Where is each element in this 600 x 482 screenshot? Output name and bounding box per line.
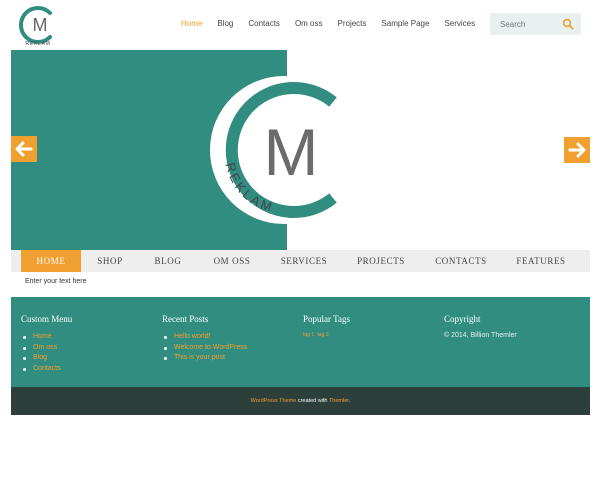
credit-end: . — [348, 398, 351, 404]
nav-sample-page[interactable]: Sample Page — [381, 19, 429, 29]
main-menu: HOME SHOP BLOG OM OSS SERVICES PROJECTS … — [11, 250, 590, 272]
menu-item-projects[interactable]: PROJECTS — [345, 250, 417, 272]
widget-title: Popular Tags — [303, 314, 350, 324]
post-link[interactable]: Hello world! — [162, 332, 247, 343]
menu-item-services[interactable]: SERVICES — [269, 250, 339, 272]
slide-logo: M REKLAM — [210, 76, 358, 224]
logo-small-text: REKLAM — [25, 41, 50, 47]
footer-link-blog[interactable]: Blog — [21, 353, 72, 364]
themler-link[interactable]: Themler — [329, 398, 349, 404]
post-link[interactable]: This is your post — [162, 353, 247, 364]
top-navigation: Home Blog Contacts Om oss Projects Sampl… — [181, 19, 490, 29]
bottom-bar: WordPress Theme created with Themler. — [11, 387, 590, 415]
footer-link-home[interactable]: Home — [21, 332, 72, 343]
widget-copyright: Copyright © 2014, Billion Themler — [444, 314, 517, 339]
nav-projects[interactable]: Projects — [338, 19, 367, 29]
footer-link-om-oss[interactable]: Om oss — [21, 343, 72, 354]
widget-title: Custom Menu — [21, 314, 73, 324]
arrow-right-icon — [568, 142, 586, 158]
slider-next-button[interactable] — [564, 137, 590, 163]
menu-item-shop[interactable]: SHOP — [83, 250, 137, 272]
menu-item-home[interactable]: HOME — [21, 250, 81, 272]
menu-item-features[interactable]: FEATURES — [506, 250, 576, 272]
search-input[interactable] — [490, 13, 560, 35]
widget-recent-posts: Recent Posts Hello world! Welcome to Wor… — [162, 314, 247, 364]
logo-big-letter: M — [264, 115, 319, 189]
wordpress-theme-link[interactable]: WordPress Theme — [251, 398, 297, 404]
menu-item-om-oss[interactable]: OM OSS — [201, 250, 263, 272]
widget-custom-menu: Custom Menu Home Om oss Blog Contacts — [21, 314, 72, 374]
nav-blog[interactable]: Blog — [217, 19, 233, 29]
site-logo[interactable]: M REKLAM — [19, 5, 57, 47]
widget-popular-tags: Popular Tags tag 1 tag 2 — [303, 314, 350, 338]
nav-contacts[interactable]: Contacts — [248, 19, 280, 29]
menu-item-blog[interactable]: BLOG — [141, 250, 195, 272]
search-box — [490, 13, 581, 35]
magnifier-icon[interactable] — [562, 18, 574, 30]
nav-services[interactable]: Services — [444, 19, 475, 29]
footer-widgets: Custom Menu Home Om oss Blog Contacts Re… — [11, 297, 590, 387]
nav-home[interactable]: Home — [181, 19, 202, 29]
footer-link-contacts[interactable]: Contacts — [21, 364, 72, 375]
image-slider: M REKLAM — [11, 50, 590, 250]
tag-cloud: tag 1 tag 2 — [303, 332, 350, 338]
menu-item-contacts[interactable]: CONTACTS — [423, 250, 499, 272]
widget-title: Recent Posts — [162, 314, 209, 324]
slider-prev-button[interactable] — [11, 136, 37, 162]
tag-link[interactable]: tag 2 — [318, 332, 329, 338]
nav-om-oss[interactable]: Om oss — [295, 19, 323, 29]
arrow-left-icon — [15, 141, 33, 157]
post-link[interactable]: Welcome to WordPress — [162, 343, 247, 354]
credit-text: created with — [296, 398, 329, 404]
copyright-text: © 2014, Billion Themler — [444, 332, 517, 339]
tag-link[interactable]: tag 1 — [303, 332, 314, 338]
widget-title: Copyright — [444, 314, 481, 324]
content-text: Enter your text here — [25, 278, 87, 285]
logo-small-letter: M — [33, 15, 48, 35]
